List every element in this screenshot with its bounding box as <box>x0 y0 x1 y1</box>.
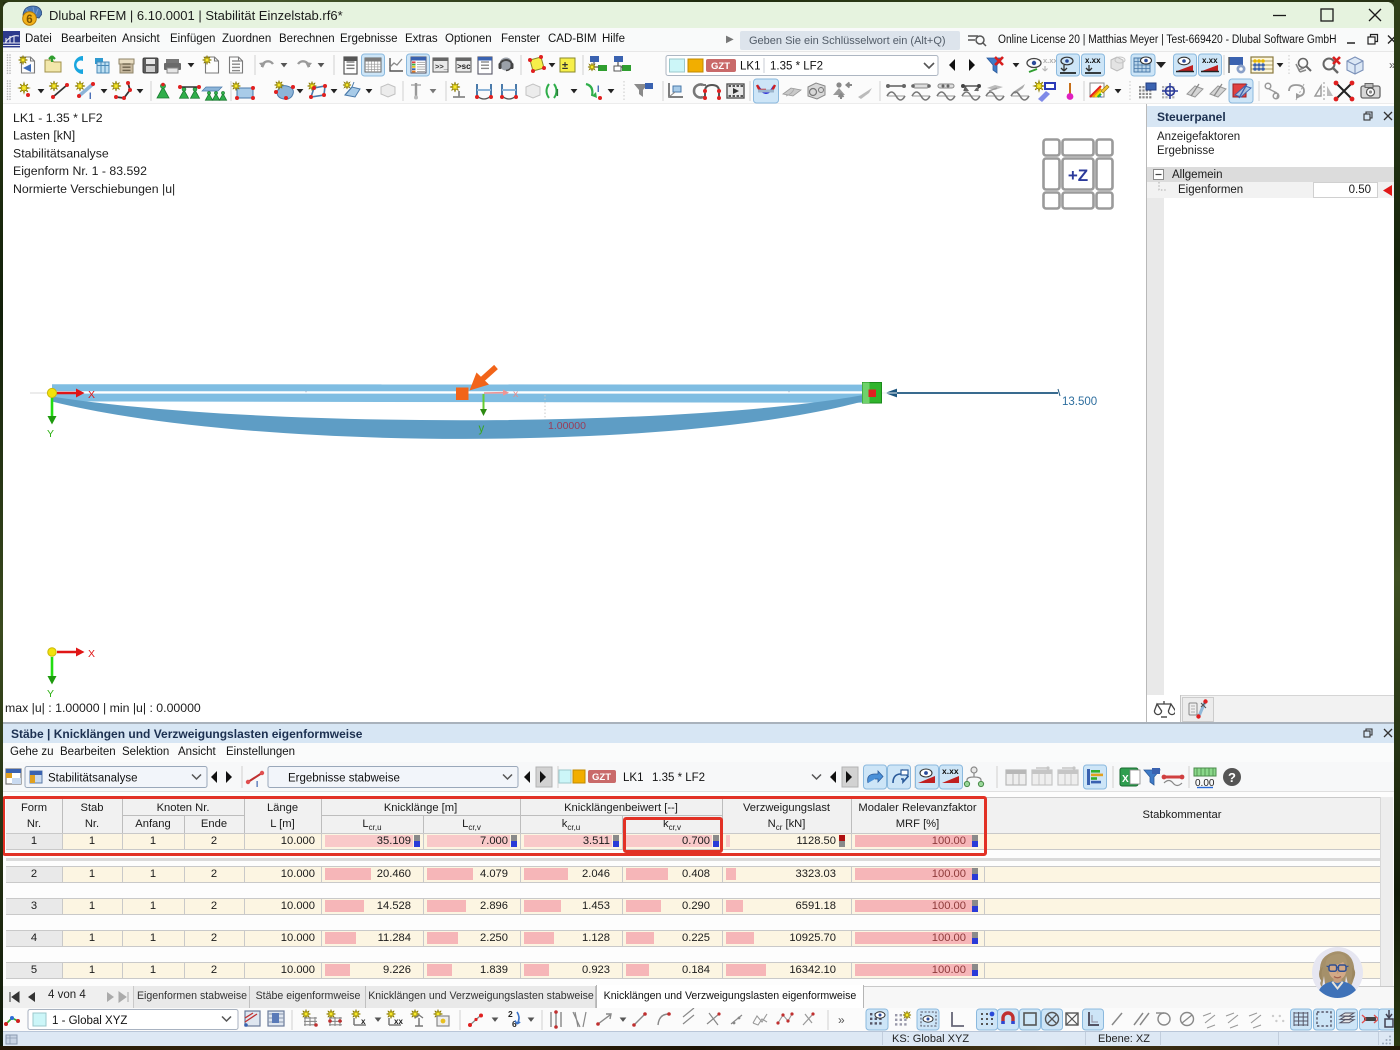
svg-text:13.500: 13.500 <box>1062 396 1097 408</box>
svg-text:6: 6 <box>26 14 32 26</box>
svg-text:GZT: GZT <box>711 61 730 72</box>
svg-text:GZT: GZT <box>592 772 611 783</box>
svg-text:1 - Global XYZ: 1 - Global XYZ <box>52 1015 127 1027</box>
svg-text:?: ? <box>1228 770 1236 785</box>
svg-text:Stabilitätsanalyse: Stabilitätsanalyse <box>13 146 109 160</box>
svg-text:Eigenform Nr. 1 - 83.592: Eigenform Nr. 1 - 83.592 <box>13 164 147 178</box>
svg-text:x: x <box>361 1017 366 1026</box>
svg-text:max |u| : 1.00000 | min |u| :: max |u| : 1.00000 | min |u| : 0.00000 <box>5 701 201 715</box>
svg-text:Stabilitätsanalyse: Stabilitätsanalyse <box>48 773 138 785</box>
svg-text:1.00000: 1.00000 <box>548 420 586 432</box>
svg-text:x.xx: x.xx <box>942 766 959 776</box>
svg-text:X: X <box>1122 774 1129 785</box>
svg-text:>sc: >sc <box>457 62 471 71</box>
svg-text:X: X <box>88 389 95 401</box>
svg-text:LK1: LK1 <box>623 772 643 784</box>
svg-text:1.35 * LF2: 1.35 * LF2 <box>770 61 823 73</box>
svg-text:x: x <box>513 388 519 400</box>
svg-text:LK1: LK1 <box>740 61 760 73</box>
svg-text:»: » <box>838 1013 845 1027</box>
svg-text:Y: Y <box>47 428 54 440</box>
svg-text:y: y <box>479 423 485 435</box>
svg-text:LK1 - 1.35 * LF2: LK1 - 1.35 * LF2 <box>13 111 103 125</box>
svg-text:Lasten [kN]: Lasten [kN] <box>13 129 75 143</box>
svg-text:Normierte Verschiebungen |u|: Normierte Verschiebungen |u| <box>13 182 175 196</box>
svg-text:2: 2 <box>508 1009 513 1019</box>
svg-text:1.35 * LF2: 1.35 * LF2 <box>652 772 705 784</box>
svg-text:X: X <box>88 648 95 660</box>
svg-text:Y: Y <box>47 688 54 700</box>
svg-text:I: I <box>556 88 559 99</box>
svg-text:I: I <box>89 91 92 101</box>
svg-text:xx: xx <box>394 1017 403 1026</box>
svg-text:±: ± <box>562 60 568 72</box>
svg-text:Ergebnisse stabweise: Ergebnisse stabweise <box>288 773 400 785</box>
svg-text:I: I <box>256 780 258 789</box>
svg-text:>>_: >>_ <box>435 62 449 71</box>
svg-text:+Z: +Z <box>1068 166 1088 185</box>
svg-text:I: I <box>597 84 600 94</box>
svg-text:x.xx: x.xx <box>1202 56 1218 65</box>
svg-text:x.xx: x.xx <box>1085 56 1101 65</box>
